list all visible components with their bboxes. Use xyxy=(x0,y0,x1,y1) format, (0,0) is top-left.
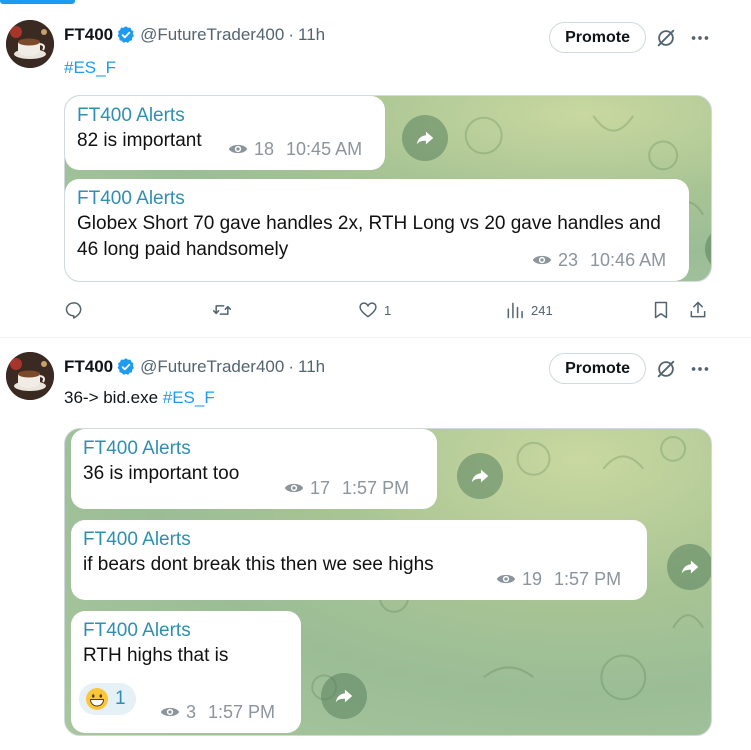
message-text: if bears dont break this then we see hig… xyxy=(83,554,434,575)
like-button[interactable]: 1 xyxy=(358,298,391,322)
display-name[interactable]: FT400 xyxy=(64,357,113,377)
coffee-cup-icon xyxy=(6,352,54,400)
message-bubble[interactable]: FT400 Alerts if bears dont break this th… xyxy=(71,520,647,600)
message-time: 10:46 AM xyxy=(590,249,667,270)
message-bubble[interactable]: FT400 Alerts 36 is important too 17 1:57… xyxy=(71,429,437,509)
promote-button[interactable]: Promote xyxy=(549,22,646,53)
message-bubble[interactable]: FT400 Alerts RTH highs that is 1 3 1:57 … xyxy=(71,611,301,733)
eye-icon xyxy=(160,707,180,717)
media-screenshot[interactable]: FT400 Alerts 82 is important 18 10:45 AM… xyxy=(64,95,712,282)
separator-dot: · xyxy=(288,25,295,44)
message-time: 1:57 PM xyxy=(554,568,622,589)
message-bubble[interactable]: FT400 Alerts Globex Short 70 gave handle… xyxy=(65,179,689,281)
retweet-icon xyxy=(212,305,232,315)
author-handle[interactable]: @FutureTrader400 xyxy=(140,25,284,45)
like-count: 1 xyxy=(384,302,392,318)
view-count: 23 xyxy=(558,249,579,270)
bookmark-icon xyxy=(654,301,668,319)
grok-icon[interactable] xyxy=(655,358,677,380)
share-icon xyxy=(690,301,706,318)
tweet-body: 36-> bid.exe xyxy=(64,388,163,407)
grok-icon[interactable] xyxy=(655,27,677,49)
media-screenshot[interactable]: FT400 Alerts 36 is important too 17 1:57… xyxy=(64,428,712,736)
tweet-time[interactable]: 11h xyxy=(298,25,325,45)
forward-button[interactable] xyxy=(667,544,711,590)
separator-dot: · xyxy=(288,357,295,376)
message-meta: 23 10:46 AM xyxy=(531,249,666,271)
view-count: 3 xyxy=(186,701,197,722)
message-time: 1:57 PM xyxy=(208,701,276,722)
eye-icon xyxy=(228,144,248,154)
forward-arrow-icon xyxy=(416,131,434,145)
reaction-badge[interactable]: 1 xyxy=(79,683,136,715)
bookmark-button[interactable] xyxy=(651,298,671,322)
forward-arrow-icon xyxy=(471,469,489,483)
tweet-text: 36-> bid.exe #ES_F xyxy=(64,388,215,408)
grinning-face-icon xyxy=(86,688,108,710)
retweet-button[interactable] xyxy=(212,298,238,322)
message-meta: 3 1:57 PM xyxy=(159,701,275,723)
message-sender: FT400 Alerts xyxy=(83,438,191,459)
forward-button[interactable] xyxy=(402,115,448,161)
eye-icon xyxy=(532,255,552,265)
message-text: RTH highs that is xyxy=(83,645,229,666)
coffee-cup-icon xyxy=(6,20,54,68)
heart-icon xyxy=(359,302,377,318)
message-time: 1:57 PM xyxy=(342,477,410,498)
avatar[interactable] xyxy=(6,352,54,400)
message-sender: FT400 Alerts xyxy=(77,105,185,126)
view-count: 241 xyxy=(531,302,553,318)
message-sender: FT400 Alerts xyxy=(83,529,191,550)
tweet-actions: 1 241 xyxy=(64,298,724,322)
message-bubble[interactable]: FT400 Alerts 82 is important 18 10:45 AM xyxy=(65,96,385,170)
tweet[interactable]: FT400 @FutureTrader400 · 11h Promote #ES… xyxy=(0,0,751,338)
message-sender: FT400 Alerts xyxy=(77,188,185,209)
tweet[interactable]: FT400 @FutureTrader400 · 11h Promote 36-… xyxy=(0,338,751,750)
message-meta: 19 1:57 PM xyxy=(495,568,621,590)
display-name[interactable]: FT400 xyxy=(64,25,113,45)
tweet-header: FT400 @FutureTrader400 · 11h xyxy=(64,23,325,47)
verified-badge-icon[interactable] xyxy=(116,25,136,45)
forward-arrow-icon xyxy=(681,560,699,574)
hashtag-link[interactable]: #ES_F xyxy=(64,58,116,77)
message-meta: 17 1:57 PM xyxy=(283,477,409,499)
avatar[interactable] xyxy=(6,20,54,68)
eye-icon xyxy=(496,574,516,584)
forward-button[interactable] xyxy=(321,673,367,719)
message-text: 36 is important too xyxy=(83,463,240,484)
forward-arrow-icon xyxy=(335,689,353,703)
tweet-header: FT400 @FutureTrader400 · 11h xyxy=(64,355,325,379)
hashtag-link[interactable]: #ES_F xyxy=(163,388,215,407)
reaction-count: 1 xyxy=(115,688,126,709)
verified-badge-icon[interactable] xyxy=(116,357,136,377)
reply-button[interactable] xyxy=(64,298,90,322)
forward-button[interactable] xyxy=(457,453,503,499)
eye-icon xyxy=(284,483,304,493)
author-handle[interactable]: @FutureTrader400 xyxy=(140,357,284,377)
view-count: 19 xyxy=(522,568,543,589)
analytics-icon xyxy=(507,302,523,319)
more-options-icon[interactable] xyxy=(689,358,711,380)
tweet-text: #ES_F xyxy=(64,58,116,78)
message-meta: 18 10:45 AM xyxy=(227,138,362,160)
tweet-time[interactable]: 11h xyxy=(298,357,325,377)
share-button[interactable] xyxy=(688,298,708,322)
reply-icon xyxy=(65,302,82,319)
views-button[interactable]: 241 xyxy=(505,298,553,322)
message-time: 10:45 AM xyxy=(286,138,363,159)
view-count: 18 xyxy=(254,138,275,159)
promote-button[interactable]: Promote xyxy=(549,353,646,384)
more-options-icon[interactable] xyxy=(689,27,711,49)
message-text: 82 is important xyxy=(77,130,202,151)
view-count: 17 xyxy=(310,477,331,498)
message-sender: FT400 Alerts xyxy=(83,620,191,641)
